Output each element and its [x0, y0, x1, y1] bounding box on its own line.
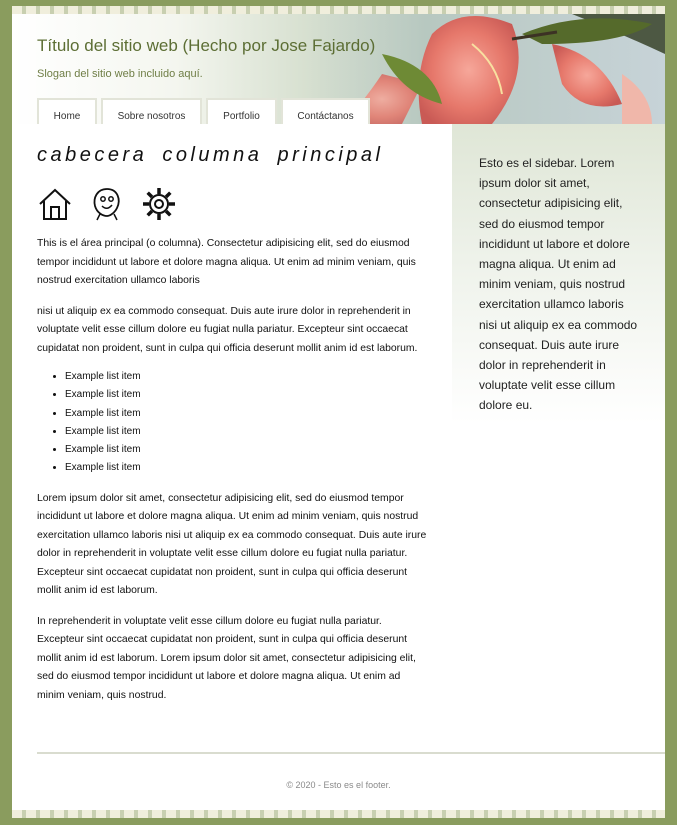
site-slogan: Slogan del sitio web incluido aquí.	[37, 68, 203, 80]
header: Título del sitio web (Hecho por Jose Faj…	[12, 14, 665, 124]
site-title: Título del sitio web (Hecho por Jose Faj…	[37, 36, 376, 55]
icon-row	[37, 185, 427, 223]
nav-portfolio[interactable]: Portfolio	[206, 98, 277, 124]
nav-home[interactable]: Home	[37, 98, 97, 124]
flower-banner-image	[322, 14, 665, 124]
nav-contactanos[interactable]: Contáctanos	[281, 98, 370, 124]
bottom-stripe-border	[12, 810, 665, 818]
home-icon	[39, 188, 71, 220]
list-item: Example list item	[65, 386, 427, 404]
main-paragraph-3: Lorem ipsum dolor sit amet, consectetur …	[37, 492, 427, 597]
main-column: cabecera columna principal This is el ár…	[37, 144, 427, 705]
sidebar: Esto es el sidebar. Lorem ipsum dolor si…	[452, 124, 665, 424]
list-item: Example list item	[65, 368, 427, 386]
list-item: Example list item	[65, 441, 427, 459]
face-icon	[93, 188, 120, 221]
main-paragraph-4: In reprehenderit in voluptate velit esse…	[37, 615, 416, 701]
main-paragraph-1: This is el área principal (o columna). C…	[37, 238, 416, 286]
list-item: Example list item	[65, 423, 427, 441]
nav-sobre-nosotros[interactable]: Sobre nosotros	[101, 98, 202, 124]
top-stripe-border	[12, 6, 665, 14]
main-heading: cabecera columna principal	[37, 144, 384, 166]
example-list: Example list item Example list item Exam…	[37, 368, 427, 478]
footer-divider	[37, 752, 665, 754]
list-item: Example list item	[65, 405, 427, 423]
page-container: Título del sitio web (Hecho por Jose Faj…	[12, 6, 665, 818]
sidebar-text: Esto es el sidebar. Lorem ipsum dolor si…	[479, 156, 638, 413]
gear-icon	[143, 188, 175, 220]
footer-text: © 2020 - Esto es el footer.	[286, 780, 391, 790]
list-item: Example list item	[65, 459, 427, 477]
main-nav: Home Sobre nosotros Portfolio Contáctano…	[37, 98, 370, 124]
main-paragraph-2: nisi ut aliquip ex ea commodo consequat.…	[37, 305, 418, 354]
